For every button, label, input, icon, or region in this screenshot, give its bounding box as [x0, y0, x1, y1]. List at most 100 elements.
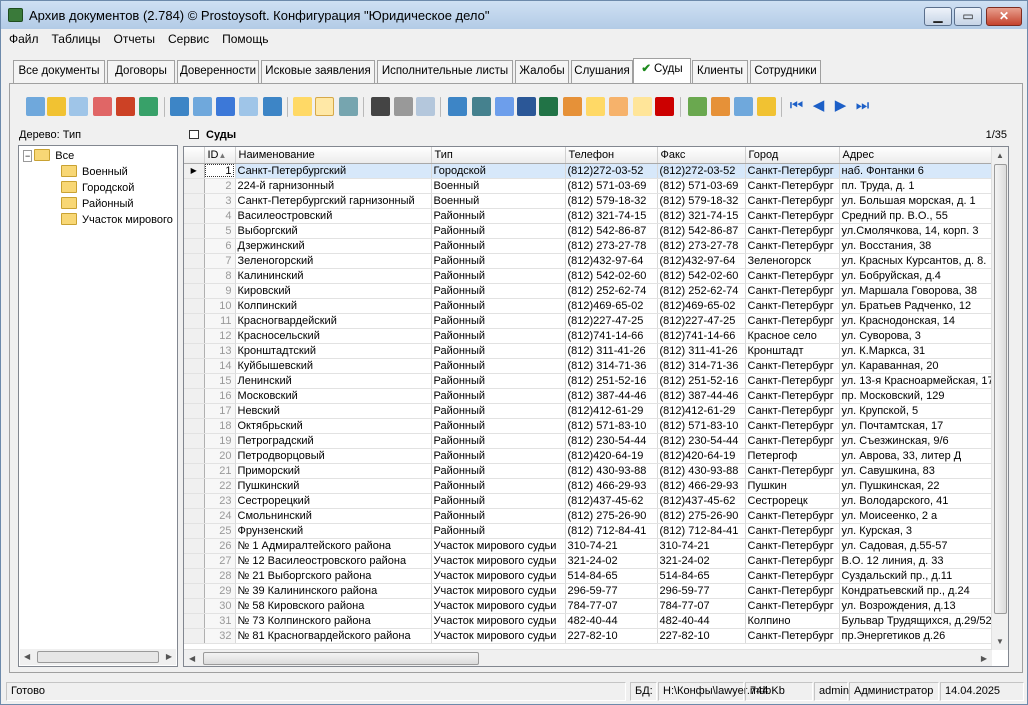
table-row[interactable]: 4 Василеостровский Районный (812) 321-74-15… — [184, 208, 995, 224]
table-cell[interactable]: (812) 542-86-87 — [657, 223, 746, 239]
row-indicator[interactable] — [184, 223, 205, 239]
new-record-icon[interactable] — [26, 97, 45, 116]
table-row[interactable]: 14 Куйбышевский Районный (812) 314-71-36 (81… — [184, 358, 995, 374]
row-indicator[interactable] — [184, 478, 205, 494]
table-cell[interactable]: ул. К.Маркса, 31 — [839, 343, 995, 359]
table-cell[interactable]: 227-82-10 — [565, 628, 658, 644]
table-row[interactable]: 3 Санкт-Петербургский гарнизонный Военный(… — [184, 193, 995, 209]
table-cell[interactable]: Санкт-Петербургский гарнизонный — [235, 193, 432, 209]
table-cell[interactable]: 28 — [204, 568, 236, 584]
table-cell[interactable]: 296-59-77 — [565, 583, 658, 599]
filter-custom-icon[interactable] — [239, 97, 258, 116]
row-indicator[interactable] — [184, 343, 205, 359]
table-cell[interactable]: Санкт-Петербург — [745, 313, 840, 329]
export-dbf-icon[interactable] — [633, 97, 652, 116]
table-cell[interactable]: Районный — [431, 358, 566, 374]
table-cell[interactable]: Санкт-Петербург — [745, 163, 840, 179]
table-cell[interactable]: ул. Садовая, д.55-57 — [839, 538, 995, 554]
table-row[interactable]: 9 Кировский Районный (812) 252-62-74 (812) 2… — [184, 283, 995, 299]
table-cell[interactable]: Красносельский — [235, 328, 432, 344]
table-cell[interactable]: Бульвар Трудящихся, д.29/52 — [839, 613, 995, 629]
table-cell[interactable]: Санкт-Петербург — [745, 298, 840, 314]
scroll-left-icon[interactable]: ◀ — [189, 654, 195, 663]
tab-powers-of-attorney[interactable]: Доверенности — [177, 60, 259, 83]
table-cell[interactable]: Кронштадт — [745, 343, 840, 359]
row-indicator[interactable] — [184, 403, 205, 419]
table-cell[interactable]: ул. Суворова, 3 — [839, 328, 995, 344]
table-cell[interactable]: (812) 466-29-93 — [565, 478, 658, 494]
table-cell[interactable]: пр.Энергетиков д.26 — [839, 628, 995, 644]
table-row[interactable]: 32 № 81 Красногвардейского района Участок … — [184, 628, 995, 644]
sort-desc-icon[interactable] — [711, 97, 730, 116]
scroll-left-icon[interactable]: ◀ — [24, 652, 30, 661]
row-indicator[interactable] — [184, 373, 205, 389]
table-cell[interactable]: Военный — [431, 193, 566, 209]
table-cell[interactable]: Участок мирового судьи — [431, 613, 566, 629]
table-cell[interactable]: Санкт-Петербург — [745, 433, 840, 449]
settings-icon[interactable] — [757, 97, 776, 116]
export-table-icon[interactable] — [472, 97, 491, 116]
table-cell[interactable]: (812)437-45-62 — [657, 493, 746, 509]
table-cell[interactable]: 20 — [204, 448, 236, 464]
table-cell[interactable]: (812) 712-84-41 — [657, 523, 746, 539]
table-cell[interactable]: Сестрорецкий — [235, 493, 432, 509]
row-indicator[interactable] — [184, 253, 205, 269]
refresh-icon[interactable] — [139, 97, 158, 116]
table-cell[interactable]: 2 — [204, 178, 236, 194]
column-header-address[interactable]: Адрес — [839, 147, 995, 164]
table-cell[interactable]: ул. Почтамтская, 17 — [839, 418, 995, 434]
table-cell[interactable]: Районный — [431, 328, 566, 344]
table-cell[interactable]: (812)741-14-66 — [657, 328, 746, 344]
table-cell[interactable]: № 81 Красногвардейского района — [235, 628, 432, 644]
table-cell[interactable]: Участок мирового судьи — [431, 568, 566, 584]
table-cell[interactable]: ул. Братьев Радченко, 12 — [839, 298, 995, 314]
table-cell[interactable]: Районный — [431, 448, 566, 464]
tab-clients[interactable]: Клиенты — [692, 60, 748, 83]
table-row[interactable]: 21 Приморский Районный (812) 430-93-88 (812)… — [184, 463, 995, 479]
table-row[interactable]: 8 Калининский Районный (812) 542-02-60 (812)… — [184, 268, 995, 284]
table-cell[interactable]: ул. Возрождения, д.13 — [839, 598, 995, 614]
tab-complaints[interactable]: Жалобы — [515, 60, 569, 83]
row-indicator[interactable] — [184, 598, 205, 614]
table-cell[interactable]: № 12 Василеостровского района — [235, 553, 432, 569]
table-cell[interactable]: (812) 542-02-60 — [565, 268, 658, 284]
table-cell[interactable]: 224-й гарнизонный — [235, 178, 432, 194]
table-cell[interactable]: ул. Маршала Говорова, 38 — [839, 283, 995, 299]
table-cell[interactable]: (812)437-45-62 — [565, 493, 658, 509]
print-preview-icon[interactable] — [416, 97, 435, 116]
table-cell[interactable]: № 73 Колпинского района — [235, 613, 432, 629]
table-row[interactable]: 18 Октябрьский Районный (812) 571-83-10 (812… — [184, 418, 995, 434]
table-cell[interactable]: 18 — [204, 418, 236, 434]
table-cell[interactable]: (812) 579-18-32 — [565, 193, 658, 209]
table-cell[interactable]: Фрунзенский — [235, 523, 432, 539]
row-indicator[interactable] — [184, 523, 205, 539]
scroll-thumb[interactable] — [37, 651, 159, 663]
table-cell[interactable]: Санкт-Петербург — [745, 418, 840, 434]
table-cell[interactable]: Районный — [431, 313, 566, 329]
table-cell[interactable]: Приморский — [235, 463, 432, 479]
table-cell[interactable]: (812) 311-41-26 — [657, 343, 746, 359]
table-cell[interactable]: 23 — [204, 493, 236, 509]
table-cell[interactable]: Районный — [431, 433, 566, 449]
table-cell[interactable]: ул. Аврова, 33, литер Д — [839, 448, 995, 464]
tree-item-military[interactable]: Военный — [61, 165, 128, 180]
table-cell[interactable]: Калининский — [235, 268, 432, 284]
row-indicator[interactable] — [184, 313, 205, 329]
table-cell[interactable]: Районный — [431, 508, 566, 524]
table-cell[interactable]: Санкт-Петербург — [745, 523, 840, 539]
table-cell[interactable]: 784-77-07 — [565, 598, 658, 614]
table-row[interactable]: 19 Петроградский Районный (812) 230-54-44 (8… — [184, 433, 995, 449]
table-cell[interactable]: Колпино — [745, 613, 840, 629]
table-cell[interactable]: Санкт-Петербург — [745, 553, 840, 569]
edit-pencil-icon[interactable] — [47, 97, 66, 116]
table-cell[interactable]: Петергоф — [745, 448, 840, 464]
column-header-id[interactable]: ID▲ — [204, 147, 236, 164]
table-cell[interactable]: Военный — [431, 178, 566, 194]
table-row[interactable]: 6 Дзержинский Районный (812) 273-27-78 (812)… — [184, 238, 995, 254]
table-cell[interactable]: Районный — [431, 478, 566, 494]
row-indicator[interactable] — [184, 268, 205, 284]
tab-writs[interactable]: Исполнительные листы — [377, 60, 513, 83]
table-row[interactable]: 24 Смольнинский Районный (812) 275-26-90 (81… — [184, 508, 995, 524]
first-record-icon[interactable]: ⏮ — [787, 97, 806, 116]
table-cell[interactable]: (812)432-97-64 — [565, 253, 658, 269]
